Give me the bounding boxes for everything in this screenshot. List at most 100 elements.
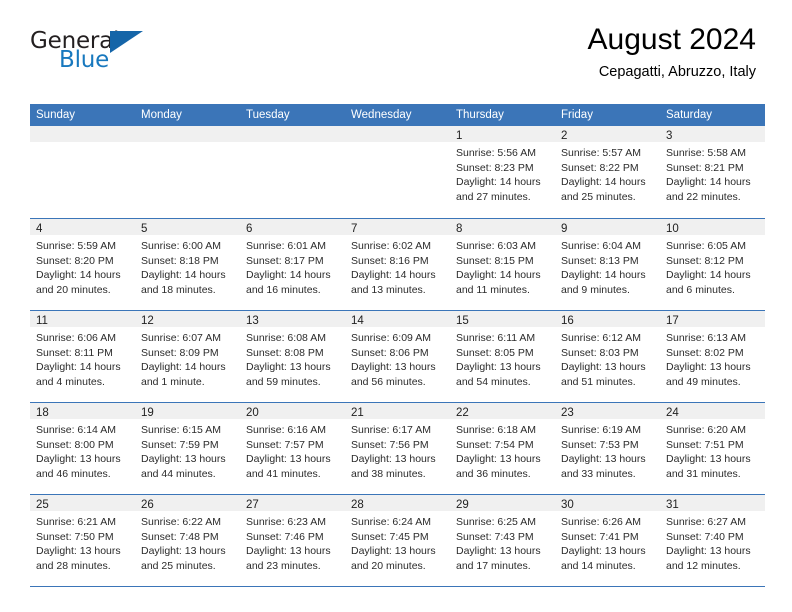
- calendar-day-cell[interactable]: 7 Sunrise: 6:02 AM Sunset: 8:16 PM Daylight…: [345, 219, 450, 310]
- sunrise-time: Sunrise: 6:16 AM: [246, 424, 326, 436]
- day-details: [240, 142, 345, 146]
- sunrise-time: Sunrise: 6:13 AM: [666, 332, 746, 344]
- day-number-bar: 15: [450, 311, 555, 327]
- day-number: 15: [456, 315, 469, 327]
- day-details: Sunrise: 6:05 AM Sunset: 8:12 PM Daylight:…: [660, 235, 765, 297]
- day-details: Sunrise: 6:08 AM Sunset: 8:08 PM Daylight:…: [240, 327, 345, 389]
- sunset-time: Sunset: 8:00 PM: [36, 438, 114, 451]
- sunset-time: Sunset: 8:21 PM: [666, 161, 744, 174]
- calendar-day-cell[interactable]: 13 Sunrise: 6:08 AM Sunset: 8:08 PM Dayligh…: [240, 311, 345, 402]
- day-details: Sunrise: 6:02 AM Sunset: 8:16 PM Daylight:…: [345, 235, 450, 297]
- day-number: 23: [561, 407, 574, 419]
- daylight-duration-line1: Daylight: 13 hours: [36, 453, 121, 466]
- sunrise-time: Sunrise: 5:58 AM: [666, 147, 746, 159]
- calendar-day-cell[interactable]: 18 Sunrise: 6:14 AM Sunset: 8:00 PM Dayligh…: [30, 403, 135, 494]
- daylight-duration-line2: and 41 minutes.: [246, 467, 321, 480]
- daylight-duration-line1: Daylight: 14 hours: [141, 361, 226, 374]
- sunset-time: Sunset: 7:59 PM: [141, 438, 219, 451]
- sunrise-time: Sunrise: 6:03 AM: [456, 240, 536, 252]
- calendar-day-cell[interactable]: 2 Sunrise: 5:57 AM Sunset: 8:22 PM Daylight…: [555, 126, 660, 218]
- day-number: 8: [456, 223, 463, 235]
- calendar-day-cell[interactable]: 27 Sunrise: 6:23 AM Sunset: 7:46 PM Dayligh…: [240, 495, 345, 586]
- day-details: Sunrise: 6:00 AM Sunset: 8:18 PM Daylight:…: [135, 235, 240, 297]
- sunrise-time: Sunrise: 6:26 AM: [561, 516, 641, 528]
- sunrise-time: Sunrise: 6:08 AM: [246, 332, 326, 344]
- calendar-day-cell[interactable]: 10 Sunrise: 6:05 AM Sunset: 8:12 PM Dayligh…: [660, 219, 765, 310]
- sunset-time: Sunset: 7:53 PM: [561, 438, 639, 451]
- sunset-time: Sunset: 7:54 PM: [456, 438, 534, 451]
- calendar-day-cell[interactable]: 1 Sunrise: 5:56 AM Sunset: 8:23 PM Daylight…: [450, 126, 555, 218]
- sunrise-time: Sunrise: 6:17 AM: [351, 424, 431, 436]
- day-details: Sunrise: 6:04 AM Sunset: 8:13 PM Daylight:…: [555, 235, 660, 297]
- calendar-day-cell[interactable]: 29 Sunrise: 6:25 AM Sunset: 7:43 PM Dayligh…: [450, 495, 555, 586]
- calendar-day-cell[interactable]: 16 Sunrise: 6:12 AM Sunset: 8:03 PM Dayligh…: [555, 311, 660, 402]
- day-number: 31: [666, 499, 679, 511]
- calendar-day-cell[interactable]: 14 Sunrise: 6:09 AM Sunset: 8:06 PM Dayligh…: [345, 311, 450, 402]
- day-details: Sunrise: 5:56 AM Sunset: 8:23 PM Daylight:…: [450, 142, 555, 204]
- daylight-duration-line1: Daylight: 13 hours: [36, 545, 121, 558]
- day-number-bar: 18: [30, 403, 135, 419]
- sunrise-time: Sunrise: 6:12 AM: [561, 332, 641, 344]
- day-number-bar: 13: [240, 311, 345, 327]
- day-details: Sunrise: 6:13 AM Sunset: 8:02 PM Daylight:…: [660, 327, 765, 389]
- calendar-day-cell[interactable]: 24 Sunrise: 6:20 AM Sunset: 7:51 PM Dayligh…: [660, 403, 765, 494]
- calendar-day-cell[interactable]: 4 Sunrise: 5:59 AM Sunset: 8:20 PM Daylight…: [30, 219, 135, 310]
- calendar-day-cell[interactable]: 9 Sunrise: 6:04 AM Sunset: 8:13 PM Daylight…: [555, 219, 660, 310]
- calendar-bottom-rule: [30, 586, 765, 587]
- calendar-day-cell[interactable]: 28 Sunrise: 6:24 AM Sunset: 7:45 PM Dayligh…: [345, 495, 450, 586]
- day-number: 2: [561, 130, 568, 142]
- calendar-day-cell[interactable]: 19 Sunrise: 6:15 AM Sunset: 7:59 PM Dayligh…: [135, 403, 240, 494]
- daylight-duration-line2: and 44 minutes.: [141, 467, 216, 480]
- calendar-day-cell[interactable]: 20 Sunrise: 6:16 AM Sunset: 7:57 PM Dayligh…: [240, 403, 345, 494]
- calendar-week-row: 18 Sunrise: 6:14 AM Sunset: 8:00 PM Dayligh…: [30, 402, 765, 494]
- day-details: [345, 142, 450, 146]
- calendar-grid: Sunday Monday Tuesday Wednesday Thursday Frid…: [30, 104, 765, 587]
- calendar-day-cell[interactable]: 12 Sunrise: 6:07 AM Sunset: 8:09 PM Dayligh…: [135, 311, 240, 402]
- day-number-bar: 16: [555, 311, 660, 327]
- daylight-duration-line2: and 16 minutes.: [246, 283, 321, 296]
- calendar-day-cell[interactable]: 22 Sunrise: 6:18 AM Sunset: 7:54 PM Dayligh…: [450, 403, 555, 494]
- daylight-duration-line1: Daylight: 13 hours: [561, 545, 646, 558]
- day-details: Sunrise: 5:59 AM Sunset: 8:20 PM Daylight:…: [30, 235, 135, 297]
- general-blue-logo[interactable]: General Blue: [30, 28, 148, 76]
- daylight-duration-line1: Daylight: 13 hours: [666, 453, 751, 466]
- calendar-day-cell[interactable]: 26 Sunrise: 6:22 AM Sunset: 7:48 PM Dayligh…: [135, 495, 240, 586]
- logo-triangle-icon: [110, 31, 143, 53]
- day-number: 29: [456, 499, 469, 511]
- calendar-day-cell[interactable]: 5 Sunrise: 6:00 AM Sunset: 8:18 PM Daylight…: [135, 219, 240, 310]
- day-number-bar: 28: [345, 495, 450, 511]
- calendar-day-cell[interactable]: 21 Sunrise: 6:17 AM Sunset: 7:56 PM Dayligh…: [345, 403, 450, 494]
- calendar-day-cell[interactable]: 11 Sunrise: 6:06 AM Sunset: 8:11 PM Dayligh…: [30, 311, 135, 402]
- day-number-bar: 12: [135, 311, 240, 327]
- sunrise-time: Sunrise: 6:27 AM: [666, 516, 746, 528]
- calendar-day-cell[interactable]: 8 Sunrise: 6:03 AM Sunset: 8:15 PM Daylight…: [450, 219, 555, 310]
- calendar-day-cell[interactable]: 30 Sunrise: 6:26 AM Sunset: 7:41 PM Dayligh…: [555, 495, 660, 586]
- day-details: Sunrise: 6:18 AM Sunset: 7:54 PM Daylight:…: [450, 419, 555, 481]
- daylight-duration-line1: Daylight: 13 hours: [351, 545, 436, 558]
- sunset-time: Sunset: 8:13 PM: [561, 254, 639, 267]
- day-number-bar: 26: [135, 495, 240, 511]
- day-number-bar: 31: [660, 495, 765, 511]
- weekday-header-sunday: Sunday: [36, 109, 76, 121]
- day-details: Sunrise: 6:16 AM Sunset: 7:57 PM Daylight:…: [240, 419, 345, 481]
- calendar-week-row: 11 Sunrise: 6:06 AM Sunset: 8:11 PM Dayligh…: [30, 310, 765, 402]
- calendar-day-cell[interactable]: 6 Sunrise: 6:01 AM Sunset: 8:17 PM Daylight…: [240, 219, 345, 310]
- day-number-bar: 10: [660, 219, 765, 235]
- calendar-weeks: 1 Sunrise: 5:56 AM Sunset: 8:23 PM Daylight…: [30, 126, 765, 586]
- day-number-bar: 24: [660, 403, 765, 419]
- calendar-day-cell[interactable]: 25 Sunrise: 6:21 AM Sunset: 7:50 PM Dayligh…: [30, 495, 135, 586]
- calendar-day-cell[interactable]: 3 Sunrise: 5:58 AM Sunset: 8:21 PM Daylight…: [660, 126, 765, 218]
- day-number: 4: [36, 223, 43, 235]
- calendar-day-cell[interactable]: 17 Sunrise: 6:13 AM Sunset: 8:02 PM Dayligh…: [660, 311, 765, 402]
- day-number: 17: [666, 315, 679, 327]
- sunset-time: Sunset: 7:56 PM: [351, 438, 429, 451]
- sunrise-time: Sunrise: 6:07 AM: [141, 332, 221, 344]
- calendar-day-cell[interactable]: 23 Sunrise: 6:19 AM Sunset: 7:53 PM Dayligh…: [555, 403, 660, 494]
- day-number: 6: [246, 223, 253, 235]
- day-number-bar: 22: [450, 403, 555, 419]
- calendar-day-cell[interactable]: 31 Sunrise: 6:27 AM Sunset: 7:40 PM Dayligh…: [660, 495, 765, 586]
- calendar-day-cell[interactable]: 15 Sunrise: 6:11 AM Sunset: 8:05 PM Dayligh…: [450, 311, 555, 402]
- sunset-time: Sunset: 7:43 PM: [456, 530, 534, 543]
- weekday-header-monday: Monday: [141, 109, 182, 121]
- day-details: Sunrise: 6:03 AM Sunset: 8:15 PM Daylight:…: [450, 235, 555, 297]
